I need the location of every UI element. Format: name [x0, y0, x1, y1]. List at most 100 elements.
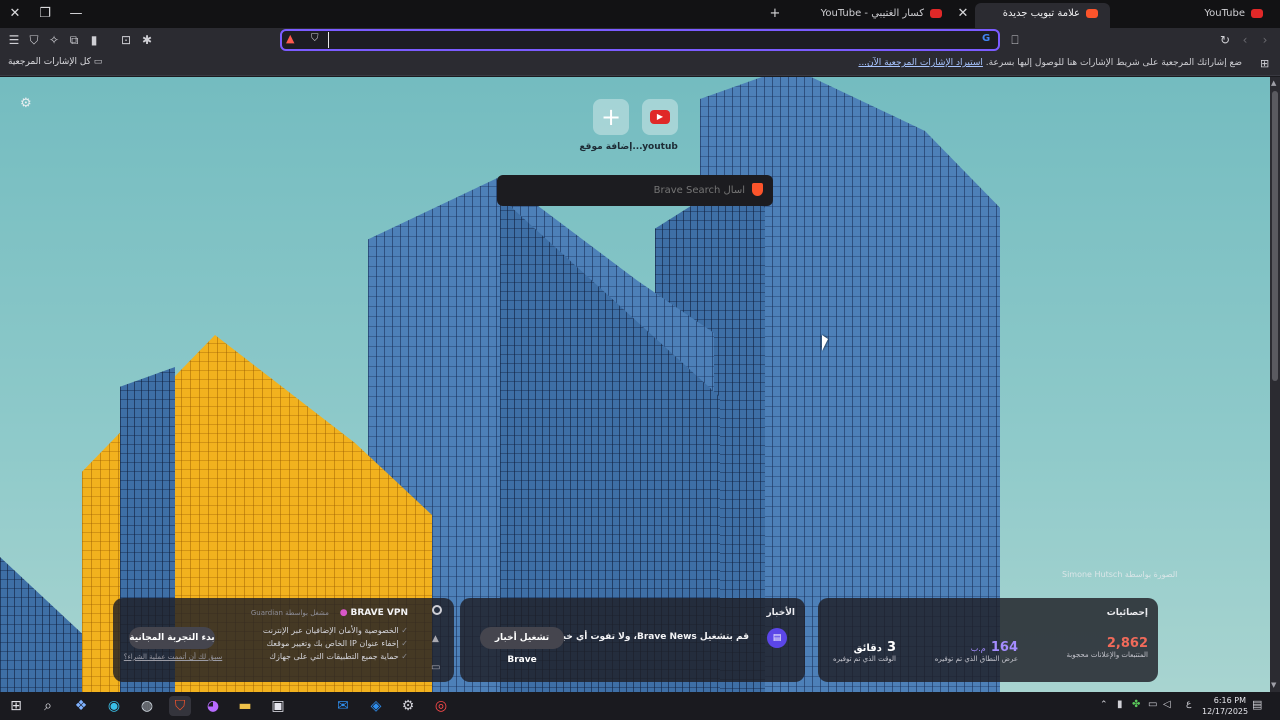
minimize-window-icon[interactable]: — — [65, 4, 87, 24]
brave-shields-icon[interactable]: ⛉ — [311, 33, 319, 44]
google-search-engine-icon[interactable]: G — [982, 33, 990, 44]
all-bookmarks-button[interactable]: ▭ كل الإشارات المرجعية — [8, 57, 102, 67]
vpn-card: ▲ ▭ BRAVE VPN ● مشغل بواسطة Guardian ✓ ا… — [113, 598, 454, 682]
settings-app-icon[interactable]: ⚙ — [397, 696, 419, 716]
title-bar: ✕ ❐ — + كسار الغتيبي - YouTube ✕ علامة ت… — [0, 0, 1280, 28]
microphone-icon[interactable]: ▮ — [1117, 699, 1123, 710]
clock-time: 6:16 PM — [1213, 696, 1246, 705]
sidebar-icon[interactable]: ▮ — [85, 31, 103, 49]
news-title: الأخبار — [766, 608, 795, 618]
new-tab-icon[interactable]: + — [764, 4, 786, 24]
brave-lion-icon — [752, 183, 763, 196]
close-tab-icon[interactable]: ✕ — [952, 4, 974, 24]
brave-vpn-badge-icon: ● — [339, 608, 348, 618]
vpn-side-window-icon[interactable]: ▭ — [431, 662, 440, 673]
network-app-icon[interactable]: ◈ — [365, 696, 387, 716]
scroll-thumb[interactable] — [1272, 91, 1278, 381]
news-message: قم بتشغيل Brave News، ولا تفوت أي خبر — [557, 632, 749, 642]
vpn-restore-link[interactable]: سبق لك أن أتممت عملية الشراء؟ — [123, 653, 223, 661]
edge-icon[interactable]: ◉ — [103, 696, 125, 716]
top-site-label: youtub — [642, 142, 678, 152]
chat-app-icon[interactable]: ◕ — [202, 696, 224, 716]
search-input[interactable] — [525, 182, 745, 198]
tab-manager-icon[interactable]: ⧉ — [65, 31, 83, 49]
tab-youtube[interactable]: YouTube — [1115, 3, 1275, 25]
vpn-feature: ✓ الخصوصية والأمان الإضافيان عبر الإنترن… — [262, 626, 408, 635]
stat-unit: م.ب — [970, 644, 986, 653]
vpn-free-trial-button[interactable]: بدء التجربة المجانية — [129, 627, 215, 649]
youtube-favicon-icon — [1251, 8, 1263, 18]
leo-ai-icon[interactable]: ✧ — [45, 31, 63, 49]
notifications-icon[interactable]: ▤ — [1252, 698, 1262, 711]
file-explorer-icon[interactable]: ▬ — [234, 696, 256, 716]
photo-credit[interactable]: الصورة بواسطة Simone Hutsch — [1062, 570, 1177, 579]
stat-value: 3 — [886, 640, 896, 655]
input-language[interactable]: ع — [1186, 699, 1191, 709]
stat-label: المتتبعات والإعلانات محجوبة — [1066, 651, 1148, 659]
news-card: الأخبار ▤ قم بتشغيل Brave News، ولا تفوت… — [460, 598, 805, 682]
tab-new-tab[interactable]: علامة تبويب جديدة — [975, 3, 1110, 28]
bookmarks-bar: ⊞ ضع إشاراتك المرجعية على شريط الإشارات … — [0, 52, 1280, 76]
stat-value: 164 — [990, 640, 1018, 655]
copilot-icon[interactable]: ❖ — [70, 696, 92, 716]
stat-time: 3 دقائق الوقت الذي تم توفيره — [826, 636, 896, 663]
clock[interactable]: 6:16 PM 12/17/2025 — [1202, 695, 1249, 717]
check-icon: ✓ — [401, 626, 408, 635]
brave-browser-icon[interactable]: ⛉ — [169, 696, 191, 716]
address-input[interactable] — [328, 32, 968, 48]
customize-gear-icon[interactable]: ⚙ — [20, 96, 32, 111]
outlook-icon[interactable]: ✉ — [332, 696, 354, 716]
stat-label: الوقت الذي تم توفيره — [833, 655, 896, 663]
volume-icon[interactable]: ◁ — [1163, 699, 1171, 710]
stat-value: 2,862 — [1106, 636, 1148, 651]
back-icon[interactable]: › — [1256, 31, 1274, 49]
store-icon[interactable]: ▣ — [267, 696, 289, 716]
check-icon: ✓ — [401, 639, 408, 648]
clock-date: 12/17/2025 — [1202, 707, 1249, 716]
scroll-up-icon[interactable]: ▲ — [1271, 79, 1276, 87]
brave-search-box[interactable] — [497, 175, 773, 206]
search-icon[interactable]: ⌕ — [37, 696, 59, 716]
brave-rewards-icon[interactable]: ▲ — [286, 32, 300, 46]
tab-youtube-channel[interactable]: كسار الغتيبي - YouTube — [821, 3, 948, 25]
tray-chevron-icon[interactable]: ⌃ — [1100, 700, 1108, 710]
extensions-icon[interactable]: ✱ — [138, 31, 156, 49]
stats-card: إحصائيات 2,862 المتتبعات والإعلانات محجو… — [818, 598, 1158, 682]
youtube-icon: ▶ — [650, 110, 670, 124]
folder-icon: ▭ — [93, 57, 103, 67]
vpn-shield-icon[interactable]: ⛉ — [25, 31, 43, 49]
stat-unit: دقائق — [853, 643, 882, 654]
stats-title: إحصائيات — [1106, 608, 1148, 618]
enable-brave-news-button[interactable]: تشغيل أخبار Brave — [480, 627, 564, 665]
screenshot-icon[interactable]: ⊡ — [117, 31, 135, 49]
opera-icon[interactable]: ◎ — [430, 696, 452, 716]
windows-start-icon[interactable]: ⊞ — [5, 696, 27, 716]
reload-icon[interactable]: ↻ — [1216, 31, 1234, 49]
restore-window-icon[interactable]: ❐ — [34, 4, 56, 24]
scroll-down-icon[interactable]: ▼ — [1271, 681, 1276, 689]
close-window-icon[interactable]: ✕ — [4, 4, 26, 24]
address-bar[interactable]: ▲ ⛉ G — [280, 29, 1000, 51]
network-icon[interactable]: ▭ — [1148, 699, 1157, 710]
brave-favicon-icon — [1086, 8, 1098, 18]
page-scrollbar[interactable]: ▲ ▼ — [1270, 77, 1280, 692]
vpn-title: BRAVE VPN — [350, 608, 409, 618]
tray-app-icon[interactable]: ✤ — [1132, 699, 1140, 710]
plus-icon: + — [600, 103, 622, 131]
vpn-feature: ✓ حماية جميع التطبيقات التي على جهازك — [269, 652, 408, 661]
steam-icon[interactable]: ◍ — [136, 696, 158, 716]
menu-icon[interactable]: ☰ — [5, 31, 23, 49]
vpn-feature: ✓ إخفاء عنوان IP الخاص بك وتغيير موقعك — [266, 639, 408, 648]
stat-bandwidth: 164 م.ب عرض النطاق الذي تم توفيره — [918, 636, 1018, 663]
stat-trackers: 2,862 المتتبعات والإعلانات محجوبة — [1038, 636, 1148, 659]
vpn-logo-icon — [432, 605, 442, 615]
import-bookmarks-link[interactable]: استيراد الإشارات المرجعية الآن... — [858, 58, 982, 68]
apps-grid-icon[interactable]: ⊞ — [1260, 57, 1269, 70]
add-site-tile[interactable]: + — [593, 99, 629, 135]
forward-icon[interactable]: ‹ — [1236, 31, 1254, 49]
top-site-youtube[interactable]: ▶ — [642, 99, 678, 135]
stat-label: عرض النطاق الذي تم توفيره — [934, 655, 1018, 663]
news-icon: ▤ — [767, 628, 787, 648]
bookmark-icon[interactable]: ⎕ — [1006, 31, 1024, 49]
vpn-side-triangle-icon[interactable]: ▲ — [432, 634, 439, 644]
